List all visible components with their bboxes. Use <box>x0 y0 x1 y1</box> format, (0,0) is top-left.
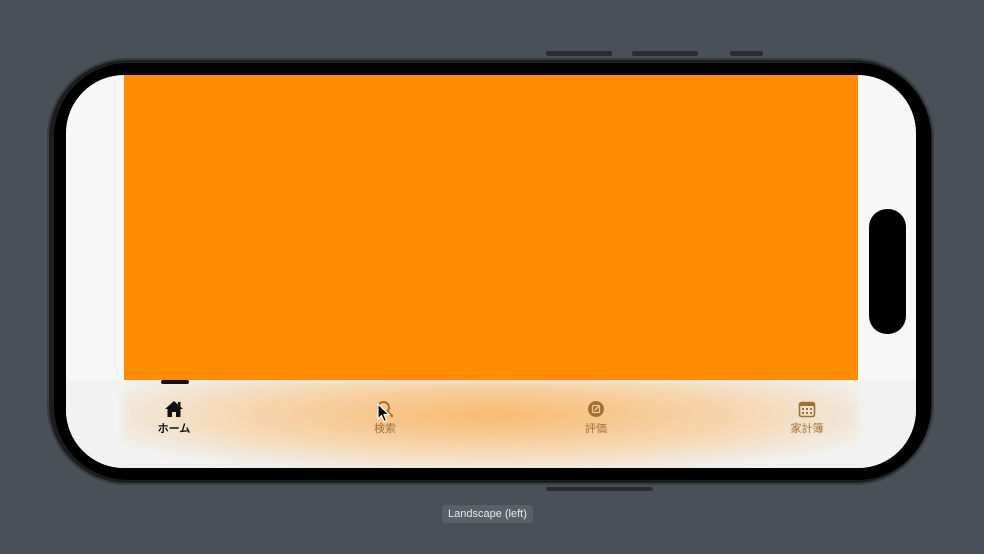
tab-review-label: 評価 <box>585 422 607 435</box>
tab-review[interactable]: 評価 <box>556 398 636 435</box>
content-area <box>124 75 858 380</box>
power-button <box>546 487 653 491</box>
tab-search-label: 検索 <box>374 422 396 435</box>
orientation-label: Landscape (left) <box>442 505 533 523</box>
active-tab-indicator <box>161 380 189 384</box>
tab-budget[interactable]: 家計簿 <box>767 398 847 435</box>
tab-home[interactable]: ホーム <box>134 398 214 435</box>
mouse-cursor-icon <box>377 403 391 423</box>
volume-down-button <box>632 51 698 56</box>
action-button <box>730 51 763 56</box>
tab-bar: ホーム 検索 評価 家計簿 <box>66 380 916 468</box>
tab-home-label: ホーム <box>157 422 191 435</box>
dynamic-island <box>869 209 906 334</box>
tab-budget-label: 家計簿 <box>790 422 824 435</box>
calendar-icon <box>796 398 818 420</box>
volume-up-button <box>546 51 612 56</box>
tab-bar-glow <box>124 380 858 468</box>
edit-circle-icon <box>585 398 607 420</box>
home-icon <box>163 398 185 420</box>
device-screen: ホーム 検索 評価 家計簿 <box>66 75 916 468</box>
